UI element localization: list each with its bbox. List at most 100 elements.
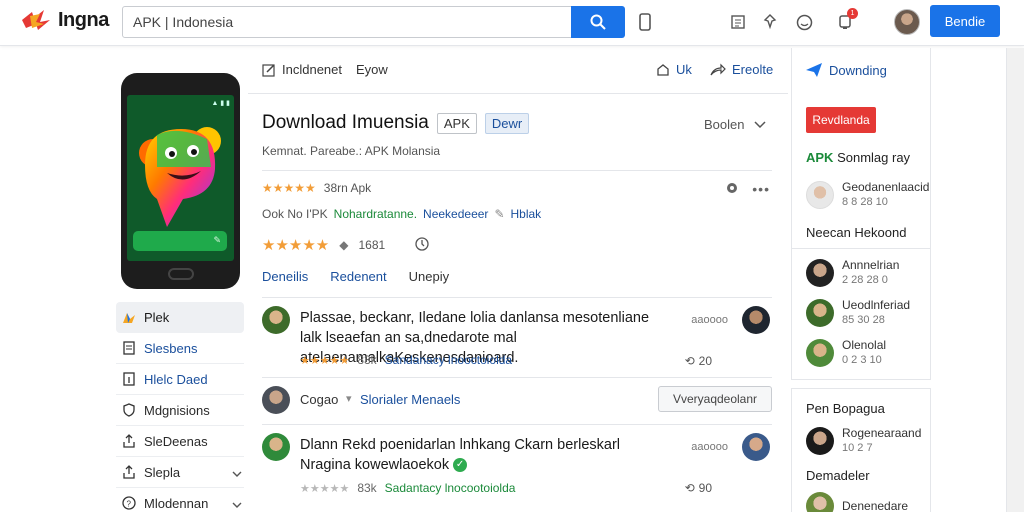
avatar[interactable]: [262, 386, 290, 414]
pin-icon[interactable]: [759, 11, 781, 33]
reply-button[interactable]: Vveryaqdeolanr: [658, 386, 772, 412]
comment-meta: ★★★★★ 83k Sadantacy lnocootoiolda: [300, 481, 516, 495]
notification-icon[interactable]: 1: [834, 8, 858, 33]
meta-row: Ook No I'PK Nohardratanne. Neekedeeer ✎ …: [262, 207, 542, 221]
reply-count[interactable]: ⟲ 20: [685, 354, 712, 368]
user-row[interactable]: Geodanenlaacid 8 8 28 10: [806, 180, 929, 209]
divider: [262, 377, 772, 378]
side-item-slesbens[interactable]: Slesbens: [116, 333, 244, 364]
user-avatar[interactable]: [894, 9, 920, 35]
section-label: Neecan Hekoond: [806, 225, 907, 240]
chevron-down-icon: [232, 497, 242, 512]
reply-row: Cogao ▾ Slorialer Menaels Vveryaqdeolanr: [262, 386, 772, 414]
side-item-plek[interactable]: Plek: [116, 302, 244, 333]
user-row[interactable]: Rogenearaand 10 2 7: [806, 426, 921, 455]
avatar[interactable]: [262, 306, 290, 334]
divider: [262, 297, 772, 298]
search-icon: [590, 14, 606, 30]
section-label: Pen Bopagua: [806, 401, 885, 416]
phone-icon[interactable]: [634, 11, 656, 33]
side-item-mlodennan[interactable]: ? Mlodennan: [116, 488, 244, 512]
pencil-icon: ✎: [494, 207, 505, 221]
avatar[interactable]: [742, 433, 770, 461]
divider: [262, 424, 772, 425]
side-item-slepla[interactable]: Slepla: [116, 457, 244, 488]
search-button[interactable]: [571, 6, 625, 38]
tab-reply[interactable]: Unepiy: [409, 269, 449, 284]
app-title-row: Download Imuensia APK Dewr: [262, 112, 530, 134]
share-arrow-icon: [710, 63, 726, 75]
avatar: [806, 426, 834, 455]
meta-link-end[interactable]: Hblak: [511, 207, 542, 221]
star-rating-small: ★★★★★: [262, 181, 316, 195]
chevron-down-icon: [754, 120, 767, 128]
user-row[interactable]: Olenolal 0 2 3 10: [806, 338, 886, 367]
info-icon: [122, 372, 136, 386]
reply-link[interactable]: Slorialer Menaels: [360, 392, 460, 407]
app-mascot-image: [139, 127, 221, 227]
page-title: Download Imuensia: [262, 112, 429, 133]
apk-chip[interactable]: APK: [436, 112, 477, 134]
logo-text: Ingna: [58, 8, 109, 31]
rating-row: ★★★★★ 38rn Apk •••: [262, 181, 770, 197]
score-row: ★★★★★ ◆ 1681: [262, 236, 429, 254]
apk-heading: APK Sonmlag ray: [806, 150, 911, 165]
share-icon: [122, 434, 136, 448]
clock-icon[interactable]: [415, 236, 429, 254]
side-item-hlelc[interactable]: Hlelc Daed: [116, 364, 244, 395]
top-header: Ingna 1 Bendie: [0, 0, 1024, 46]
toolbar-item-eyow[interactable]: Eyow: [356, 62, 388, 77]
divider: [262, 170, 772, 171]
smile-icon[interactable]: [793, 11, 815, 33]
user-row[interactable]: Ueodlnferiad 85 30 28: [806, 298, 910, 327]
comment-time: aaoooo: [691, 314, 728, 326]
user-row[interactable]: Denenedare: [806, 492, 908, 512]
scrollbar[interactable]: [1006, 48, 1024, 512]
meta-link-green[interactable]: Nohardratanne.: [334, 207, 417, 221]
avatar[interactable]: [742, 306, 770, 334]
reply-count[interactable]: ⟲ 90: [685, 481, 712, 495]
shield-icon: [122, 403, 136, 417]
download-header[interactable]: Downding: [805, 62, 887, 78]
side-item-sledeenas[interactable]: SleDeenas: [116, 426, 244, 457]
sort-dropdown[interactable]: Boolen: [704, 117, 767, 132]
comment-link[interactable]: Sadantacy lnocootoiolda: [385, 481, 516, 495]
comment-item: Dlann Rekd poenidarlan lnhkang Ckarn ber…: [262, 433, 772, 503]
tab-recent[interactable]: Redenent: [330, 269, 386, 284]
search-box[interactable]: [122, 6, 572, 38]
section-label: Demadeler: [806, 468, 870, 483]
primary-button[interactable]: Bendie: [930, 5, 1000, 37]
reply-icon: ⟲: [684, 481, 695, 495]
phone-action-bar: ✎: [133, 231, 227, 251]
toolbar-item-share[interactable]: Ereolte: [710, 62, 773, 77]
chevron-down-icon: [232, 466, 242, 481]
comment-link[interactable]: Sandanacy lnooctoiolda: [385, 353, 512, 367]
main-toolbar: Incldnenet Eyow Uk Ereolte: [248, 48, 788, 94]
search-input[interactable]: [133, 14, 553, 30]
verified-check-icon: ✓: [453, 458, 468, 473]
arrow-icon: ▾: [346, 393, 352, 405]
avatar: [806, 180, 834, 209]
avatar: [806, 492, 834, 512]
info-dot-icon[interactable]: [726, 182, 738, 197]
star-rating: ★★★★★: [262, 237, 330, 254]
reply-icon: ⟲: [684, 354, 695, 368]
comment-time: aaoooo: [691, 441, 728, 453]
phone-screen: ▲ ▮ ▮ ✎: [127, 95, 234, 261]
meta-link-blue[interactable]: Neekedeeer: [423, 207, 488, 221]
site-logo[interactable]: Ingna: [20, 8, 109, 32]
user-row[interactable]: Annnelrian 2 28 28 0: [806, 258, 899, 287]
more-options-icon[interactable]: •••: [752, 181, 770, 197]
tab-details[interactable]: Deneilis: [262, 269, 308, 284]
red-action-button[interactable]: Revdlanda: [806, 107, 876, 133]
avatar: [806, 298, 834, 327]
avatar[interactable]: [262, 433, 290, 461]
avatar: [806, 338, 834, 367]
toolbar-item-edit[interactable]: Incldnenet: [262, 62, 342, 77]
version-chip[interactable]: Dewr: [484, 112, 530, 134]
grid-icon[interactable]: [727, 11, 749, 33]
toolbar-item-like[interactable]: Uk: [656, 62, 692, 77]
star-rating-small: ★★★★★: [300, 482, 350, 495]
side-item-mdgnisions[interactable]: Mdgnisions: [116, 395, 244, 426]
logo-icon: [122, 311, 136, 325]
